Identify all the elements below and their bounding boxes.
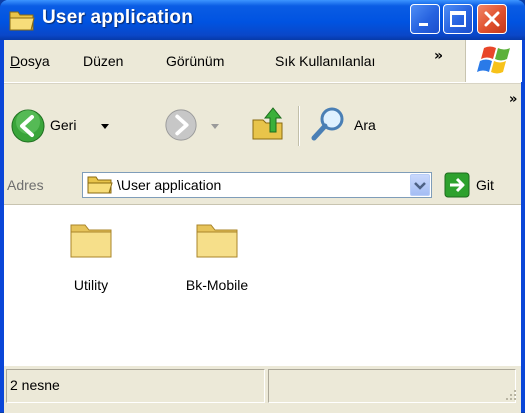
menu-file-accesskey: D [10,53,21,69]
windows-flag-icon [477,46,510,74]
chevron-down-icon [414,182,426,190]
forward-dropdown-icon [211,124,219,129]
folder-label: Utility [73,277,109,293]
search-button[interactable]: Ara [308,104,398,148]
search-label: Ara [354,117,376,133]
go-label: Git [476,177,494,193]
close-button[interactable] [477,4,507,34]
toolbar-overflow-chevron[interactable]: » [509,92,517,107]
folder-icon [70,224,112,258]
menu-favorites[interactable]: Sık Kullanılanlaı [275,53,375,69]
search-icon [311,107,344,141]
back-arrow-icon [11,109,45,143]
folder-label: Bk-Mobile [185,277,249,293]
window-title: User application [42,7,194,28]
folder-icon [196,224,238,258]
menu-file-label: osya [20,53,50,69]
minimize-icon [419,23,428,26]
folder-item-utility[interactable]: Utility [46,217,136,293]
back-label: Geri [50,117,77,133]
back-dropdown-icon[interactable] [100,123,110,131]
forward-arrow-icon [165,109,197,141]
menu-overflow-chevron[interactable]: » [434,48,443,64]
menu-view-label: Görünüm [166,53,225,69]
address-dropdown-button[interactable] [410,174,430,196]
menu-favorites-label: Sık Kullanılanlaı [275,53,376,69]
status-bar: 2 nesne [4,365,521,413]
address-field[interactable]: \User application [82,172,432,198]
menu-edit-label: Düzen [83,53,124,69]
menu-view[interactable]: Görünüm [166,53,224,69]
folder-item-bk-mobile[interactable]: Bk-Mobile [172,217,262,293]
forward-button[interactable] [160,106,232,146]
maximize-button[interactable] [443,4,473,34]
close-icon [484,11,500,27]
address-value: \User application [117,177,222,193]
address-label: Adres [7,177,44,193]
status-pane-count: 2 nesne [6,369,265,403]
folder-open-icon [9,11,35,31]
windows-logo-area [465,40,522,82]
back-button[interactable]: Geri [8,104,118,148]
toolbar-separator [298,106,300,146]
go-arrow-icon [444,172,470,198]
minimize-button[interactable] [410,4,440,34]
menu-bar: Dosya Düzen Görünüm Sık Kullanılanlaı » [4,40,522,83]
menu-file[interactable]: Dosya [10,53,50,69]
menu-edit[interactable]: Düzen [83,53,123,69]
resize-grip-icon[interactable] [503,387,517,401]
maximize-icon [450,11,466,27]
up-folder-icon [252,107,283,140]
up-folder-button[interactable] [248,104,292,148]
status-pane-empty [268,369,516,403]
folder-open-icon [87,176,113,194]
status-text: 2 nesne [10,377,60,393]
address-bar: Adres \User application Git [4,168,521,205]
title-bar[interactable]: User application [0,0,525,40]
explorer-window: User application Dosya Düzen Görünüm Sık… [0,0,525,413]
file-view[interactable]: Utility Bk-Mobile [4,205,521,365]
go-button[interactable]: Git [444,172,514,200]
toolbar: Geri Ara » [4,83,521,169]
